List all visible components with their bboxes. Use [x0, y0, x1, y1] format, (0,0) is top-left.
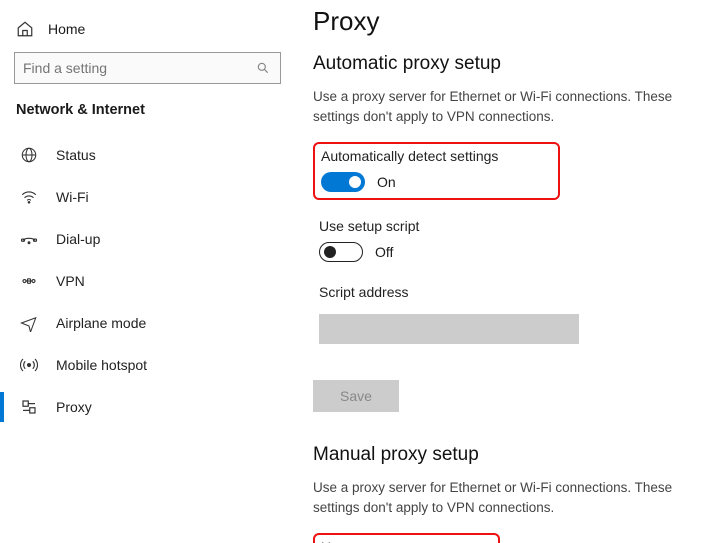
sidebar-item-label: Dial-up [56, 231, 100, 247]
search-icon [254, 59, 272, 77]
sidebar-item-label: VPN [56, 273, 85, 289]
sidebar-item-dialup[interactable]: Dial-up [10, 218, 285, 260]
auto-detect-toggle[interactable] [321, 172, 365, 192]
auto-detect-label: Automatically detect settings [321, 148, 498, 164]
sidebar-item-hotspot[interactable]: Mobile hotspot [10, 344, 285, 386]
auto-proxy-heading: Automatic proxy setup [313, 53, 690, 75]
auto-proxy-desc: Use a proxy server for Ethernet or Wi-Fi… [313, 87, 690, 126]
manual-proxy-desc: Use a proxy server for Ethernet or Wi-Fi… [313, 478, 690, 517]
search-input[interactable] [23, 60, 254, 76]
home-icon [16, 20, 34, 38]
sidebar-item-label: Airplane mode [56, 315, 146, 331]
auto-detect-state: On [377, 174, 396, 190]
script-address-label: Script address [319, 284, 684, 300]
setup-script-toggle[interactable] [319, 242, 363, 262]
setup-script-state: Off [375, 244, 393, 260]
sidebar-item-label: Wi-Fi [56, 189, 89, 205]
auto-detect-block: Automatically detect settings On [313, 142, 560, 200]
page-title: Proxy [313, 6, 690, 37]
main-content: Proxy Automatic proxy setup Use a proxy … [295, 0, 720, 543]
save-button[interactable]: Save [313, 380, 399, 412]
sidebar-list: Status Wi-Fi Dial-up VPN Airplane mode [10, 134, 285, 428]
sidebar-item-proxy[interactable]: Proxy [10, 386, 285, 428]
vpn-icon [20, 272, 38, 290]
dialup-icon [20, 230, 38, 248]
airplane-icon [20, 314, 38, 332]
sidebar-item-airplane[interactable]: Airplane mode [10, 302, 285, 344]
sidebar-item-wifi[interactable]: Wi-Fi [10, 176, 285, 218]
search-box[interactable] [14, 52, 281, 84]
use-proxy-block: Use a proxy server Off [313, 533, 500, 543]
sidebar-item-vpn[interactable]: VPN [10, 260, 285, 302]
home-label: Home [48, 21, 85, 37]
manual-proxy-heading: Manual proxy setup [313, 444, 690, 466]
sidebar-section-title: Network & Internet [10, 102, 285, 134]
globe-icon [20, 146, 38, 164]
hotspot-icon [20, 356, 38, 374]
home-link[interactable]: Home [10, 14, 285, 48]
script-address-block: Script address [313, 280, 690, 348]
wifi-icon [20, 188, 38, 206]
setup-script-block: Use setup script Off [313, 214, 690, 266]
use-proxy-label: Use a proxy server [321, 539, 438, 543]
proxy-icon [20, 398, 38, 416]
script-address-input[interactable] [319, 314, 579, 344]
settings-sidebar: Home Network & Internet Status Wi-Fi Dia… [0, 0, 295, 543]
sidebar-item-label: Status [56, 147, 96, 163]
setup-script-label: Use setup script [319, 218, 684, 234]
sidebar-item-label: Mobile hotspot [56, 357, 147, 373]
sidebar-item-status[interactable]: Status [10, 134, 285, 176]
sidebar-item-label: Proxy [56, 399, 92, 415]
